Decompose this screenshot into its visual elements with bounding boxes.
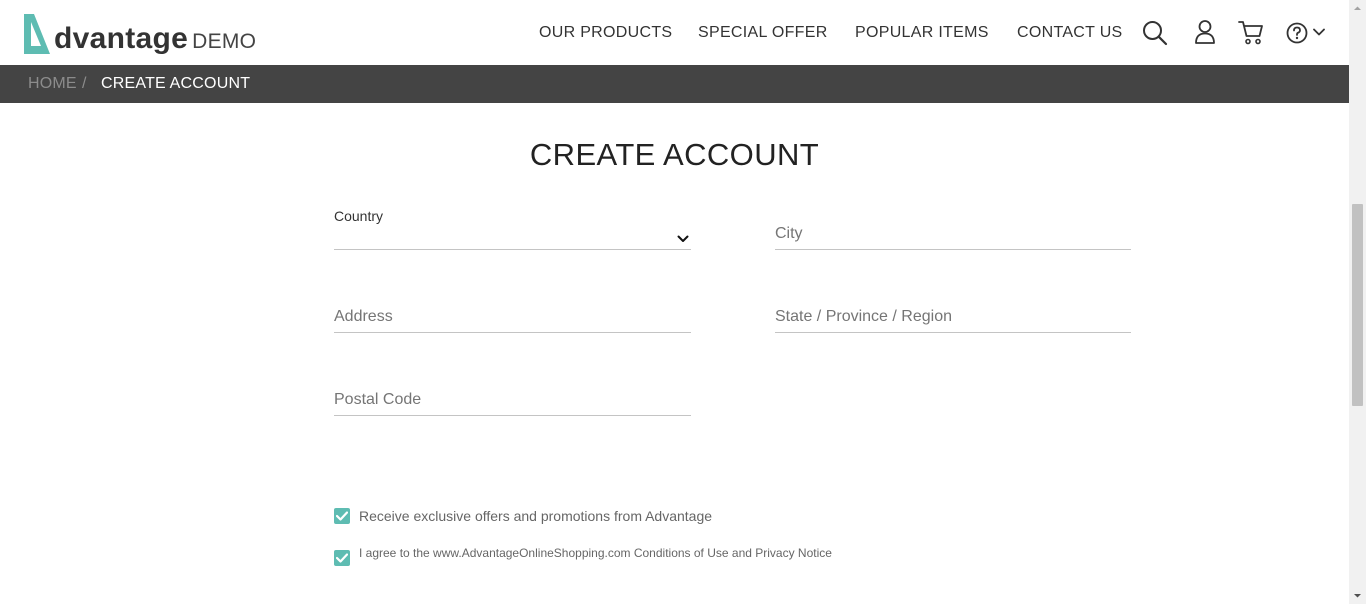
search-icon[interactable] xyxy=(1142,20,1168,46)
city-input[interactable] xyxy=(775,206,1131,249)
page-title: CREATE ACCOUNT xyxy=(529,137,820,172)
nav-our-products[interactable]: OUR PRODUCTS xyxy=(539,24,672,42)
page-scrollbar[interactable] xyxy=(1349,0,1366,604)
checkmark-icon xyxy=(336,511,348,521)
postal-code-field[interactable] xyxy=(334,372,691,416)
agree-checkbox-row[interactable]: I agree to the www.AdvantageOnlineShoppi… xyxy=(334,546,832,566)
checkmark-icon xyxy=(336,553,348,563)
scroll-up-arrow-icon[interactable] xyxy=(1349,0,1366,17)
offers-checkbox-label: Receive exclusive offers and promotions … xyxy=(359,508,713,524)
breadcrumb-home-link[interactable]: HOME xyxy=(28,75,77,93)
offers-checkbox[interactable] xyxy=(334,508,350,524)
agree-checkbox-label: I agree to the www.AdvantageOnlineShoppi… xyxy=(359,546,832,560)
city-field[interactable] xyxy=(775,206,1131,250)
breadcrumb: HOME / CREATE ACCOUNT xyxy=(0,65,1349,103)
address-input[interactable] xyxy=(334,289,691,332)
breadcrumb-separator: / xyxy=(82,75,87,92)
scroll-down-arrow-icon[interactable] xyxy=(1349,587,1366,604)
nav-contact-us[interactable]: CONTACT US xyxy=(1017,24,1123,42)
address-field[interactable] xyxy=(334,289,691,333)
state-input[interactable] xyxy=(775,289,1131,332)
help-icon[interactable] xyxy=(1286,22,1308,44)
country-dropdown[interactable] xyxy=(334,206,691,249)
agree-checkbox[interactable] xyxy=(334,550,350,566)
country-select[interactable]: Country xyxy=(334,206,691,250)
offers-checkbox-row[interactable]: Receive exclusive offers and promotions … xyxy=(334,508,712,524)
site-header: dvantage DEMO OUR PRODUCTS SPECIAL OFFER… xyxy=(0,0,1349,65)
postal-code-input[interactable] xyxy=(334,372,691,415)
chevron-down-icon[interactable] xyxy=(1313,28,1325,36)
chevron-down-icon xyxy=(677,235,689,242)
state-field[interactable] xyxy=(775,289,1131,333)
scrollbar-thumb[interactable] xyxy=(1352,204,1363,406)
nav-special-offer[interactable]: SPECIAL OFFER xyxy=(698,24,828,42)
nav-popular-items[interactable]: POPULAR ITEMS xyxy=(855,24,989,42)
breadcrumb-current: CREATE ACCOUNT xyxy=(101,75,251,92)
cart-icon[interactable] xyxy=(1238,20,1264,46)
user-icon[interactable] xyxy=(1194,19,1216,45)
